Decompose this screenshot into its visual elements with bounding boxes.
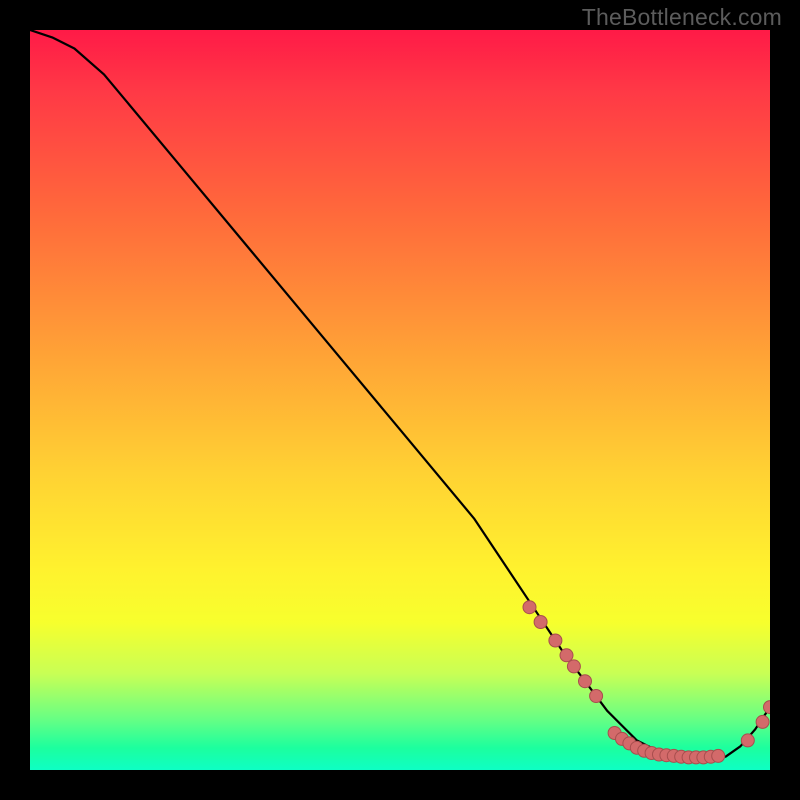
data-marker: [567, 660, 580, 673]
plot-gradient-area: [30, 30, 770, 770]
data-marker: [534, 616, 547, 629]
data-marker: [756, 715, 769, 728]
data-marker: [560, 649, 573, 662]
data-marker: [590, 690, 603, 703]
marker-layer: [523, 601, 770, 764]
watermark-text: TheBottleneck.com: [582, 4, 782, 31]
data-marker: [523, 601, 536, 614]
data-marker: [764, 701, 771, 714]
data-marker: [549, 634, 562, 647]
data-marker: [712, 749, 725, 762]
plot-svg: [30, 30, 770, 770]
chart-frame: TheBottleneck.com: [0, 0, 800, 800]
bottleneck-curve: [30, 30, 770, 758]
data-marker: [579, 675, 592, 688]
data-marker: [741, 734, 754, 747]
